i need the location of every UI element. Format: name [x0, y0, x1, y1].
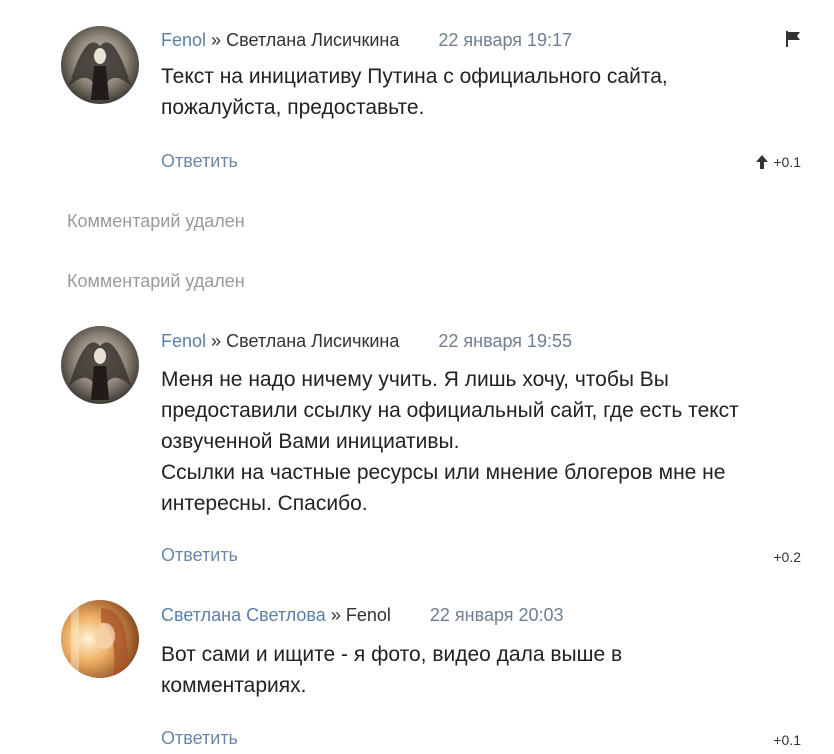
comment-text: Меня не надо ничему учить. Я лишь хочу, …: [161, 368, 739, 515]
comment-rating: +0.1: [755, 152, 801, 172]
user-avatar[interactable]: [61, 326, 139, 404]
comment-rating: +0.2: [773, 547, 801, 567]
angel-avatar-icon: [61, 326, 139, 404]
reply-button[interactable]: Ответить: [161, 726, 238, 750]
reply-separator: »: [211, 30, 222, 50]
comment-header: Светлана Светлова » Fenol 22 января 20:0…: [161, 603, 564, 627]
reply-to-name[interactable]: Светлана Лисичкина: [226, 30, 399, 50]
reply-button[interactable]: Ответить: [161, 149, 238, 173]
comment-text: Текст на инициативу Путина с официальног…: [161, 65, 668, 119]
woman-avatar-icon: [61, 600, 139, 678]
author-link[interactable]: Fenol: [161, 30, 206, 50]
deleted-comment: Комментарий удален: [67, 271, 245, 291]
reply-button[interactable]: Ответить: [161, 543, 238, 567]
reply-separator: »: [211, 331, 222, 351]
comment-date[interactable]: 22 января 20:03: [430, 605, 564, 625]
author-link[interactable]: Светлана Светлова: [161, 605, 326, 625]
comment-date[interactable]: 22 января 19:17: [438, 30, 572, 50]
reply-to-name[interactable]: Светлана Лисичкина: [226, 331, 399, 351]
rating-value: +0.2: [773, 549, 801, 565]
flag-icon[interactable]: [783, 29, 803, 49]
comment-header: Fenol » Светлана Лисичкина 22 января 19:…: [161, 28, 572, 52]
angel-avatar-icon: [61, 26, 139, 104]
comment-text: Вот сами и ищите - я фото, видео дала вы…: [161, 643, 623, 697]
reply-separator: »: [330, 605, 341, 625]
user-avatar[interactable]: [61, 600, 139, 678]
comment-rating: +0.1: [773, 730, 801, 750]
rating-value: +0.1: [773, 154, 801, 170]
comment-header: Fenol » Светлана Лисичкина 22 января 19:…: [161, 329, 572, 353]
rating-value: +0.1: [773, 732, 801, 748]
author-link[interactable]: Fenol: [161, 331, 206, 351]
deleted-comment: Комментарий удален: [67, 211, 245, 231]
arrow-up-icon[interactable]: [755, 154, 769, 170]
comment-date[interactable]: 22 января 19:55: [438, 331, 572, 351]
reply-to-name[interactable]: Fenol: [346, 605, 391, 625]
user-avatar[interactable]: [61, 26, 139, 104]
